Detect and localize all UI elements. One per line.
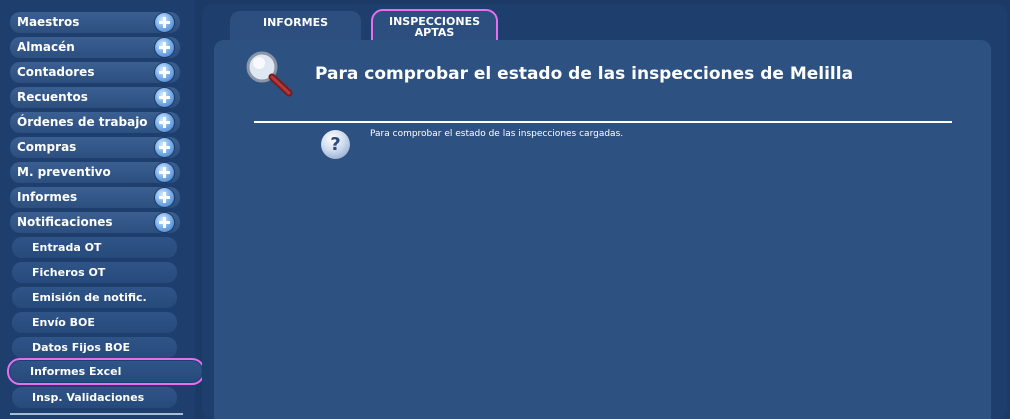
- tab-informes[interactable]: INFORMES: [230, 11, 361, 43]
- menu-ordenes-de-trabajo[interactable]: Órdenes de trabajo: [10, 112, 180, 133]
- tab-label: INFORMES: [262, 16, 329, 29]
- expand-plus-icon[interactable]: [155, 38, 174, 57]
- menu-label: Informes: [17, 190, 78, 204]
- sidebar: Maestros Almacén Contadores Recuentos Ór…: [0, 0, 205, 419]
- submenu-envio-boe[interactable]: Envío BOE: [12, 312, 177, 333]
- submenu-entrada-ot-inspecciones[interactable]: Entrada OT Inspecciones: [12, 237, 177, 275]
- submenu-label: Datos Fijos BOE: [32, 341, 130, 354]
- expand-plus-icon[interactable]: [155, 88, 174, 107]
- expand-plus-icon[interactable]: [155, 163, 174, 182]
- menu-recuentos[interactable]: Recuentos: [10, 87, 180, 108]
- sidebar-divider: [10, 413, 183, 415]
- menu-informes[interactable]: Informes: [10, 187, 180, 208]
- menu-label: Órdenes de trabajo: [17, 115, 148, 129]
- help-question-icon: ?: [321, 130, 350, 159]
- content-area: Para comprobar el estado de las inspecci…: [214, 40, 991, 419]
- menu-label: Maestros: [17, 15, 80, 29]
- submenu-label: Emisión de notific.: [32, 291, 147, 304]
- main-panel: INFORMES INSPECCIONES APTAS Para comprob…: [202, 4, 1007, 419]
- submenu-informes-excel[interactable]: Informes Excel: [7, 358, 205, 385]
- menu-label: Contadores: [17, 65, 95, 79]
- submenu-emision-de-notific[interactable]: Emisión de notific.: [12, 287, 177, 308]
- tab-label-line2: APTAS: [414, 26, 455, 39]
- menu-label: M. preventivo: [17, 165, 111, 179]
- page-title: Para comprobar el estado de las inspecci…: [315, 64, 854, 84]
- title-divider: [254, 121, 952, 123]
- menu-notificaciones[interactable]: Notificaciones: [10, 212, 180, 233]
- expand-plus-icon[interactable]: [155, 63, 174, 82]
- menu-label: Notificaciones: [17, 215, 113, 229]
- expand-plus-icon[interactable]: [155, 213, 174, 232]
- magnifier-icon: [246, 51, 293, 97]
- submenu-ficheros-ot-inspecciones[interactable]: Ficheros OT Inspecciones: [12, 262, 177, 300]
- menu-maestros[interactable]: Maestros: [10, 12, 180, 33]
- submenu-datos-fijos-boe[interactable]: Datos Fijos BOE: [12, 337, 177, 358]
- menu-label: Recuentos: [17, 90, 88, 104]
- submenu-insp-validaciones[interactable]: Insp. Validaciones: [12, 387, 177, 408]
- expand-plus-icon[interactable]: [155, 188, 174, 207]
- menu-m-preventivo[interactable]: M. preventivo: [10, 162, 180, 183]
- submenu-label: Envío BOE: [32, 316, 95, 329]
- submenu-label: Insp. Validaciones: [32, 391, 145, 404]
- expand-plus-icon[interactable]: [155, 13, 174, 32]
- menu-almacen[interactable]: Almacén: [10, 37, 180, 58]
- expand-plus-icon[interactable]: [155, 113, 174, 132]
- menu-compras[interactable]: Compras: [10, 137, 180, 158]
- description-text: Para comprobar el estado de las inspecci…: [370, 129, 624, 139]
- menu-label: Almacén: [17, 40, 75, 54]
- submenu-label: Informes Excel: [30, 365, 122, 378]
- menu-contadores[interactable]: Contadores: [10, 62, 180, 83]
- expand-plus-icon[interactable]: [155, 138, 174, 157]
- menu-label: Compras: [17, 140, 77, 154]
